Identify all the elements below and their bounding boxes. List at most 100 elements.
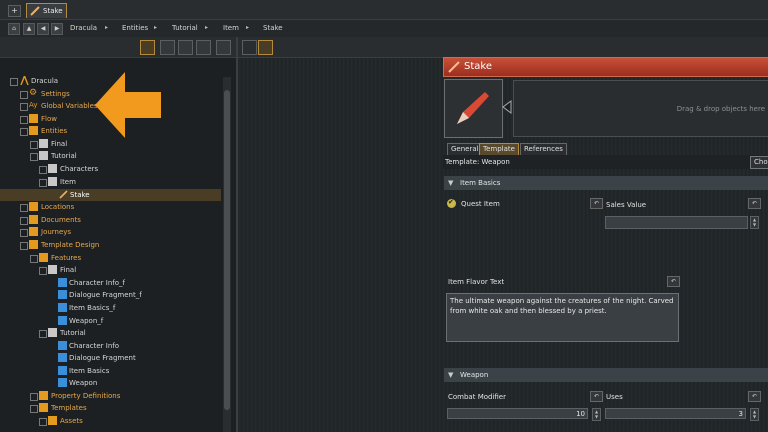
tree-item-label: Tutorial	[51, 152, 77, 160]
home-icon[interactable]: ⌂	[8, 23, 20, 35]
section-weapon[interactable]: ▼ Weapon	[444, 368, 768, 382]
tree-item-label: Final	[51, 140, 68, 148]
reset-icon[interactable]: ↶	[590, 391, 603, 402]
breadcrumb-item[interactable]: Tutorial	[172, 24, 198, 32]
project-icon	[20, 76, 29, 85]
folder-icon	[29, 114, 38, 123]
breadcrumb-item[interactable]: Entities	[122, 24, 148, 32]
breadcrumb-item[interactable]: Dracula	[70, 24, 97, 32]
expand-icon[interactable]	[30, 393, 38, 401]
sales-value-field[interactable]	[605, 216, 748, 229]
expand-icon[interactable]	[39, 418, 47, 426]
chevron-down-icon: ▼	[448, 371, 454, 379]
search-icon[interactable]	[178, 40, 193, 55]
collapse-icon[interactable]	[39, 267, 47, 275]
new-tab-button[interactable]: +	[8, 5, 21, 17]
stake-icon	[30, 6, 40, 16]
reset-icon[interactable]: ↶	[748, 391, 761, 402]
tree-item-label: Item Basics_f	[69, 304, 116, 312]
expand-icon[interactable]	[20, 204, 28, 212]
expand-icon[interactable]	[20, 103, 28, 111]
object-preview-image[interactable]	[444, 79, 503, 138]
quest-item-checkbox[interactable]: ✔	[447, 198, 456, 208]
folder-icon	[39, 253, 48, 262]
collapse-icon[interactable]	[20, 242, 28, 250]
reset-icon[interactable]: ↶	[667, 276, 680, 287]
section-title: Weapon	[460, 371, 489, 379]
combat-modifier-stepper[interactable]: ▲ ▼	[592, 408, 601, 421]
folder-icon	[48, 164, 57, 173]
tree-item-label: Tutorial	[60, 329, 86, 337]
check-icon: ✔	[448, 198, 454, 206]
reset-icon[interactable]: ↶	[590, 198, 603, 209]
journey-icon	[29, 227, 38, 236]
up-arrow-icon[interactable]: ▲	[23, 23, 35, 35]
list-icon[interactable]	[216, 40, 231, 55]
breadcrumb-item[interactable]: Item	[223, 24, 239, 32]
reset-icon[interactable]: ↶	[748, 198, 761, 209]
chevron-right-icon: ▸	[105, 24, 109, 31]
tree-item-label: Locations	[41, 203, 75, 211]
expand-icon[interactable]	[30, 141, 38, 149]
expand-icon[interactable]	[20, 229, 28, 237]
tree-item-label: Stake	[70, 191, 90, 199]
expand-icon[interactable]	[20, 217, 28, 225]
warning-icon[interactable]	[196, 40, 211, 55]
section-item-basics[interactable]: ▼ Item Basics	[444, 176, 768, 190]
folder-icon	[48, 265, 57, 274]
back-icon[interactable]: ◀	[37, 23, 49, 35]
breadcrumb-item[interactable]: Stake	[263, 24, 283, 32]
tree-item-label: Journeys	[41, 228, 72, 236]
chevron-down-icon: ▼	[448, 179, 454, 187]
gear-icon: ⚙	[29, 88, 38, 98]
chevron-right-icon: ▸	[246, 24, 250, 31]
tree-item-label: Dracula	[31, 77, 59, 85]
globe-icon[interactable]	[160, 40, 175, 55]
feature-icon	[58, 353, 67, 362]
collapse-icon[interactable]	[20, 128, 28, 136]
collapse-icon[interactable]	[30, 405, 38, 413]
expand-icon[interactable]	[20, 116, 28, 124]
drop-zone-hint: Drag & drop objects here	[676, 105, 765, 113]
collapse-icon[interactable]	[39, 330, 47, 338]
paint-icon[interactable]	[242, 40, 257, 55]
feature-icon	[58, 366, 67, 375]
quest-item-label: Quest Item	[461, 200, 500, 208]
drop-zone[interactable]: Drag & drop objects here	[513, 80, 768, 137]
open-icon[interactable]	[258, 40, 273, 55]
stake-icon	[59, 190, 68, 199]
expand-icon[interactable]	[39, 166, 47, 174]
folder-icon	[29, 126, 38, 135]
chevron-right-icon: ▸	[154, 24, 158, 31]
collapse-icon[interactable]	[30, 153, 38, 161]
folder-icon	[29, 240, 38, 249]
tree-item-label: Templates	[51, 404, 87, 412]
tree-item-label: Property Definitions	[51, 392, 121, 400]
choose-template-button[interactable]: Cho	[750, 156, 768, 169]
sales-value-stepper[interactable]: ▲ ▼	[750, 216, 759, 229]
tree-item-label: Item Basics	[69, 367, 110, 375]
collapse-icon[interactable]	[39, 179, 47, 187]
section-title: Item Basics	[460, 179, 501, 187]
tree-scroll-thumb[interactable]	[224, 90, 230, 410]
feature-icon	[58, 316, 67, 325]
forward-icon[interactable]: ▶	[51, 23, 63, 35]
collapse-icon[interactable]	[30, 255, 38, 263]
tree-item-label: Template Design	[41, 241, 100, 249]
object-title: Stake	[464, 61, 492, 72]
combat-modifier-field[interactable]: 10	[447, 408, 588, 419]
navigator-toolbar	[0, 37, 236, 58]
tree-item-label: Dialogue Fragment_f	[69, 291, 142, 299]
tab-stake[interactable]: Stake	[26, 3, 67, 18]
uses-stepper[interactable]: ▲ ▼	[750, 408, 759, 421]
folder-icon	[39, 139, 48, 148]
flavor-text-area[interactable]: The ultimate weapon against the creature…	[446, 293, 679, 342]
tree-item-label: Documents	[41, 216, 81, 224]
variables-icon: Ay	[29, 101, 38, 109]
collapse-icon[interactable]	[10, 78, 18, 86]
uses-field[interactable]: 3	[605, 408, 746, 419]
folder-icon	[48, 177, 57, 186]
expand-icon[interactable]	[20, 91, 28, 99]
filter-icon[interactable]	[140, 40, 155, 55]
chevron-right-icon: ▸	[205, 24, 209, 31]
